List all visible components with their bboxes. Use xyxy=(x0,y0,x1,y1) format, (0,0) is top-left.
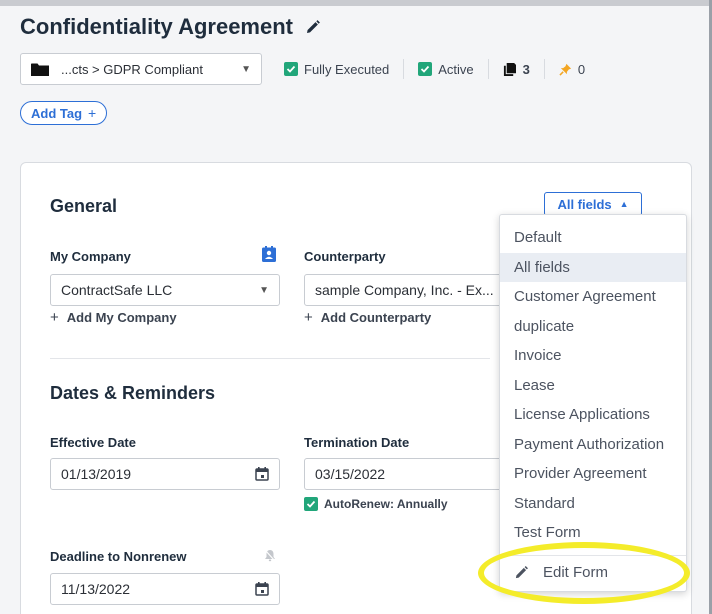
check-icon xyxy=(304,497,318,511)
active-status[interactable]: Active xyxy=(418,61,474,77)
autorenew-checkbox[interactable]: AutoRenew: Annually xyxy=(304,497,448,511)
divider xyxy=(403,59,405,79)
documents-count-value: 3 xyxy=(522,61,530,77)
folder-icon xyxy=(31,63,49,76)
termination-date-input[interactable]: 03/15/2022 xyxy=(304,458,502,490)
menu-item-duplicate[interactable]: duplicate xyxy=(500,312,686,342)
form-view-menu: Default All fields Customer Agreement du… xyxy=(499,214,687,592)
pins-count-value: 0 xyxy=(577,61,586,77)
form-view-select[interactable]: All fields ▲ xyxy=(544,192,642,216)
section-divider xyxy=(50,358,490,359)
counterparty-value: sample Company, Inc. - Ex... xyxy=(315,282,494,298)
pencil-icon[interactable] xyxy=(305,19,321,35)
add-my-company-link[interactable]: + Add My Company xyxy=(50,309,177,326)
chevron-up-icon: ▲ xyxy=(619,199,629,209)
check-icon xyxy=(284,62,298,76)
check-icon xyxy=(418,62,433,76)
pins-count[interactable]: 0 xyxy=(559,62,585,77)
menu-item-all-fields[interactable]: All fields xyxy=(500,252,686,282)
add-tag-button[interactable]: Add Tag + xyxy=(20,101,108,125)
plus-icon: + xyxy=(88,105,97,121)
status-bar: Fully Executed Active 3 0 xyxy=(284,53,585,85)
form-view-label: All fields xyxy=(557,196,612,212)
add-counterparty-link[interactable]: + Add Counterparty xyxy=(304,309,431,326)
effective-date-input[interactable]: 01/13/2019 xyxy=(50,458,280,490)
page-title: Confidentiality Agreement xyxy=(20,14,321,40)
my-company-value: ContractSafe LLC xyxy=(61,282,173,298)
effective-date-label: Effective Date xyxy=(50,435,136,450)
calendar-icon[interactable] xyxy=(255,582,269,596)
add-tag-label: Add Tag xyxy=(31,105,83,121)
general-heading: General xyxy=(50,196,118,216)
termination-date-value: 03/15/2022 xyxy=(315,466,386,482)
documents-count[interactable]: 3 xyxy=(503,62,530,77)
dates-heading: Dates & Reminders xyxy=(50,383,216,403)
add-my-company-label: Add My Company xyxy=(66,310,177,325)
fully-executed-label: Fully Executed xyxy=(304,61,390,77)
menu-item-invoice[interactable]: Invoice xyxy=(500,341,686,371)
edit-form-label: Edit Form xyxy=(543,564,609,581)
menu-item-customer-agreement[interactable]: Customer Agreement xyxy=(500,282,686,312)
menu-item-payment-authorization[interactable]: Payment Authorization xyxy=(500,430,686,460)
top-border xyxy=(0,0,712,6)
deadline-value: 11/13/2022 xyxy=(61,581,131,597)
termination-date-label: Termination Date xyxy=(304,435,410,450)
menu-item-provider-agreement[interactable]: Provider Agreement xyxy=(500,459,686,489)
deadline-input[interactable]: 11/13/2022 xyxy=(50,573,280,605)
contact-card-icon[interactable] xyxy=(262,246,276,262)
documents-icon xyxy=(503,62,516,76)
menu-item-standard[interactable]: Standard xyxy=(500,489,686,519)
menu-divider xyxy=(500,555,686,556)
plus-icon: + xyxy=(50,309,59,326)
pencil-icon xyxy=(515,566,528,579)
my-company-select[interactable]: ContractSafe LLC ▼ xyxy=(50,274,280,306)
menu-item-default[interactable]: Default xyxy=(500,223,686,253)
folder-path: ...cts > GDPR Compliant xyxy=(61,61,203,77)
active-label: Active xyxy=(438,61,474,77)
fully-executed-status[interactable]: Fully Executed xyxy=(284,62,389,77)
pin-icon xyxy=(559,63,571,76)
my-company-label: My Company xyxy=(50,249,131,264)
page-title-text: Confidentiality Agreement xyxy=(20,14,293,39)
add-counterparty-label: Add Counterparty xyxy=(320,310,432,325)
deadline-label: Deadline to Nonrenew xyxy=(50,549,187,564)
autorenew-label: AutoRenew: Annually xyxy=(324,497,448,511)
effective-date-value: 01/13/2019 xyxy=(61,466,132,482)
menu-item-test-form[interactable]: Test Form xyxy=(500,518,686,548)
chevron-down-icon: ▼ xyxy=(259,284,269,296)
divider xyxy=(487,59,489,79)
menu-item-lease[interactable]: Lease xyxy=(500,371,686,401)
folder-select[interactable]: ...cts > GDPR Compliant ▼ xyxy=(20,53,262,85)
counterparty-label: Counterparty xyxy=(304,249,386,264)
calendar-icon[interactable] xyxy=(255,467,269,481)
plus-icon: + xyxy=(304,309,313,326)
edit-form-button[interactable]: Edit Form xyxy=(514,564,608,581)
menu-item-license-applications[interactable]: License Applications xyxy=(500,400,686,430)
counterparty-select[interactable]: sample Company, Inc. - Ex... xyxy=(304,274,502,306)
bell-off-icon[interactable] xyxy=(264,549,276,562)
chevron-down-icon: ▼ xyxy=(241,63,251,75)
divider xyxy=(543,59,545,79)
